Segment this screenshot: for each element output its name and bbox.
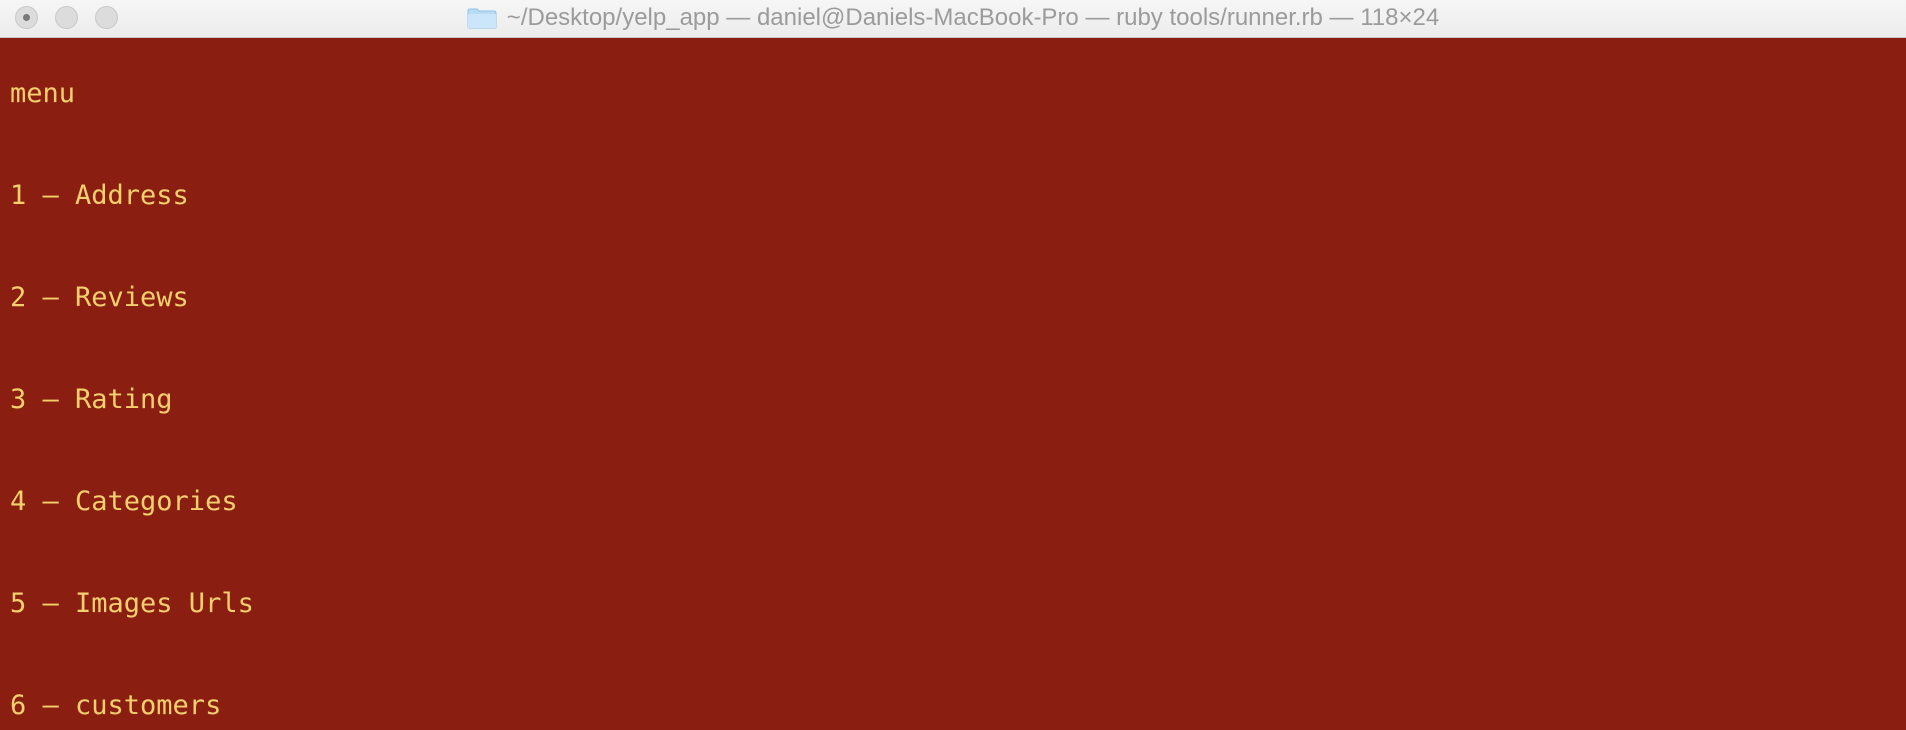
- title-bar[interactable]: ~/Desktop/yelp_app — daniel@Daniels-MacB…: [0, 0, 1906, 38]
- menu-option-images-urls: 5 – Images Urls: [10, 588, 254, 619]
- menu-heading: menu: [10, 78, 76, 109]
- terminal-window: ~/Desktop/yelp_app — daniel@Daniels-MacB…: [0, 0, 1906, 730]
- window-title-wrap: ~/Desktop/yelp_app — daniel@Daniels-MacB…: [0, 0, 1906, 36]
- terminal-output[interactable]: menu 1 – Address 2 – Reviews 3 – Rating …: [0, 39, 1906, 730]
- window-title: ~/Desktop/yelp_app — daniel@Daniels-MacB…: [506, 4, 1440, 31]
- folder-icon: [467, 7, 497, 29]
- menu-option-address: 1 – Address: [10, 180, 189, 211]
- menu-option-reviews: 2 – Reviews: [10, 282, 189, 313]
- menu-option-customers: 6 – customers: [10, 690, 222, 721]
- menu-option-rating: 3 – Rating: [10, 384, 173, 415]
- menu-option-categories: 4 – Categories: [10, 486, 238, 517]
